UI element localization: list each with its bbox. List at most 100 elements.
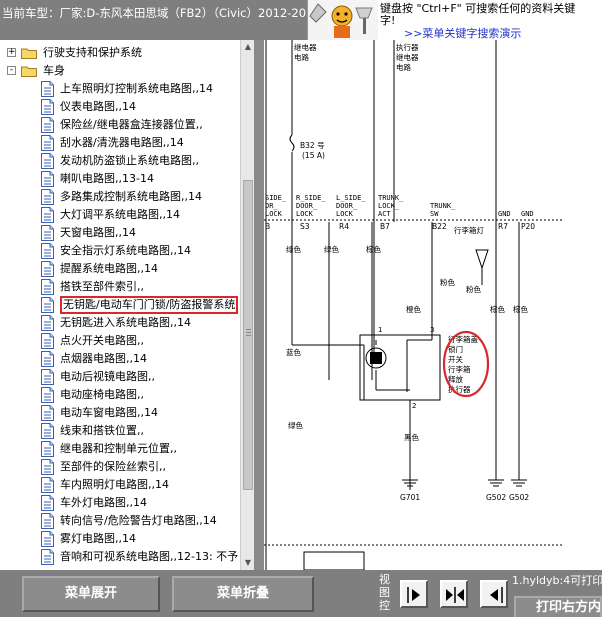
document-icon xyxy=(41,513,54,529)
tree-item-label: 天窗电路图,,14 xyxy=(60,226,136,239)
document-icon xyxy=(41,459,54,475)
tree-item[interactable]: 雾灯电路图,,14 xyxy=(0,530,240,548)
tree-item[interactable]: 车外灯电路图,,14 xyxy=(0,494,240,512)
document-icon xyxy=(41,243,54,259)
collapse-icon[interactable]: - xyxy=(7,66,16,75)
tree-item[interactable]: 点火开关电路图,, xyxy=(0,332,240,350)
tree-item[interactable]: 电动座椅电路图,, xyxy=(0,386,240,404)
scroll-down-icon[interactable]: ▼ xyxy=(241,556,255,570)
tree-scrollbar[interactable]: ▲ ▼ xyxy=(240,40,255,570)
banner-hint: 键盘按 "Ctrl+F" 可搜索任何的资料关键 xyxy=(380,2,576,15)
document-icon xyxy=(41,369,54,385)
pin-label: R4 xyxy=(339,222,349,231)
tree-item-label: 点火开关电路图,, xyxy=(60,334,144,347)
signal-label: ACT xyxy=(378,210,391,218)
tree-folder[interactable]: - 车身 xyxy=(0,62,240,80)
signal-label: LOCK_ xyxy=(378,202,400,210)
tree-item[interactable]: 至部件的保险丝索引,, xyxy=(0,458,240,476)
signal-label: L_SIDE_ xyxy=(336,194,366,202)
tree-item[interactable]: 刮水器/清洗器电路图,,14 xyxy=(0,134,240,152)
tree-item-label: 至部件的保险丝索引,, xyxy=(60,460,166,473)
top-label: 继电器 xyxy=(294,42,317,52)
tree-item[interactable]: 线束和搭铁位置,, xyxy=(0,422,240,440)
ground-label: G701 xyxy=(400,493,420,502)
view-control-label: 视图控 xyxy=(379,573,390,612)
split-arrows-icon xyxy=(446,587,464,603)
tree-item-label: 车外灯电路图,,14 xyxy=(60,496,147,509)
document-icon xyxy=(41,441,54,457)
signal-label: DR_ xyxy=(265,202,278,210)
tree-folder[interactable]: + 行驶支持和保护系统 xyxy=(0,44,240,62)
fuse-rating: (15 A) xyxy=(302,151,325,160)
document-icon xyxy=(41,207,54,223)
tree-item[interactable]: 大灯调平系统电路图,,14 xyxy=(0,206,240,224)
wire-color: 绿色 xyxy=(286,244,301,254)
signal-label: GND xyxy=(521,210,534,218)
wire-color: 棕色 xyxy=(366,244,381,254)
search-demo-link[interactable]: >>菜单关键字搜索演示 xyxy=(404,25,521,40)
tree-item[interactable]: 多路集成控制系统电路图,,14 xyxy=(0,188,240,206)
tree-item-label: 电动车窗电路图,,14 xyxy=(60,406,158,419)
tree-item[interactable]: 提醒系统电路图,,14 xyxy=(0,260,240,278)
tree-item[interactable]: 电动车窗电路图,,14 xyxy=(0,404,240,422)
tree-item[interactable]: 音响和可视系统电路图,,12-13: 不予 xyxy=(0,548,240,566)
motor-pin: 1 xyxy=(378,326,382,334)
tree-item-label: 点烟器电路图,,14 xyxy=(60,352,147,365)
tree-item-label: 保险丝/继电器盒连接器位置,, xyxy=(60,118,203,131)
document-icon xyxy=(41,495,54,511)
pane-splitter[interactable] xyxy=(254,40,264,570)
document-icon xyxy=(41,531,54,547)
arrow-left-icon xyxy=(490,587,503,603)
tree-item[interactable]: 搭铁至部件索引,, xyxy=(0,278,240,296)
actuator-text: 开关 xyxy=(448,354,463,364)
menu-tree[interactable]: + 行驶支持和保护系统 - 车身上车照明灯控制系统电路图,,14 仪表电路图,,14 保险… xyxy=(0,40,240,570)
motor-pin: 2 xyxy=(412,402,416,410)
menu-expand-button[interactable]: 菜单展开 xyxy=(22,576,160,612)
tree-item[interactable]: 发动机防盗锁止系统电路图,, xyxy=(0,152,240,170)
tree-item-label: 行驶支持和保护系统 xyxy=(43,46,142,59)
pin-label: B7 xyxy=(380,222,390,231)
tree-item[interactable]: 点烟器电路图,,14 xyxy=(0,350,240,368)
tree-item[interactable]: 喇叭电路图,,13-14 xyxy=(0,170,240,188)
signal-label: SW xyxy=(430,210,439,218)
folder-icon xyxy=(21,48,37,59)
document-icon xyxy=(41,99,54,115)
tree-item[interactable]: 电动后视镜电路图,, xyxy=(0,368,240,386)
pin-label: B22 xyxy=(432,222,447,231)
show-left-pane-button[interactable] xyxy=(480,580,508,608)
tree-item[interactable]: 上车照明灯控制系统电路图,,14 xyxy=(0,80,240,98)
search-banner[interactable]: 键盘按 "Ctrl+F" 可搜索任何的资料关键 字! >>菜单关键字搜索演示 xyxy=(307,0,602,40)
show-right-pane-button[interactable] xyxy=(400,580,428,608)
tree-item[interactable]: 转向信号/危险警告灯电路图,,14 xyxy=(0,512,240,530)
signal-label: R_SIDE_ xyxy=(296,194,326,202)
scroll-thumb[interactable] xyxy=(243,180,253,490)
wire-color: 棕色 xyxy=(490,304,505,314)
tree-item[interactable]: 继电器和控制单元位置,, xyxy=(0,440,240,458)
top-label: 电路 xyxy=(294,52,309,62)
tree-item[interactable]: 保险丝/继电器盒连接器位置,, xyxy=(0,116,240,134)
menu-collapse-button[interactable]: 菜单折叠 xyxy=(172,576,314,612)
signal-label: SIDE_ xyxy=(265,194,287,202)
tree-item-label: 多路集成控制系统电路图,,14 xyxy=(60,190,202,203)
tree-item[interactable]: 仪表电路图,,14 xyxy=(0,98,240,116)
wire-color: 橙色 xyxy=(406,304,421,314)
print-right-content-button[interactable]: 打印右方内容 xyxy=(514,596,602,617)
signal-label: LOCK xyxy=(265,210,283,218)
tree-item-label: 提醒系统电路图,,14 xyxy=(60,262,158,275)
scroll-up-icon[interactable]: ▲ xyxy=(241,40,255,54)
bottom-toolbar: 菜单展开 菜单折叠 视图控 1.hyldyb:4可打印 打印右方内容 xyxy=(0,570,602,617)
tree-item[interactable]: 无钥匙/电动车门门锁/防盗报警系统 xyxy=(0,296,240,314)
document-icon xyxy=(41,81,54,97)
trunk-light-label: 行李箱灯 xyxy=(454,225,484,235)
tree-item-label: 上车照明灯控制系统电路图,,14 xyxy=(60,82,213,95)
signal-label: TRUNK_ xyxy=(378,194,404,202)
actuator-text: 锁门 xyxy=(448,344,463,354)
tree-item[interactable]: 天窗电路图,,14 xyxy=(0,224,240,242)
split-view-button[interactable] xyxy=(440,580,468,608)
tree-item[interactable]: 安全指示灯系统电路图,,14 xyxy=(0,242,240,260)
tree-item-label: 无钥匙进入系统电路图,,14 xyxy=(60,316,191,329)
expand-icon[interactable]: + xyxy=(7,48,16,57)
tree-item[interactable]: 车内照明灯电路图,,14 xyxy=(0,476,240,494)
tree-item[interactable]: 无钥匙进入系统电路图,,14 xyxy=(0,314,240,332)
pin-label: P20 xyxy=(521,222,535,231)
